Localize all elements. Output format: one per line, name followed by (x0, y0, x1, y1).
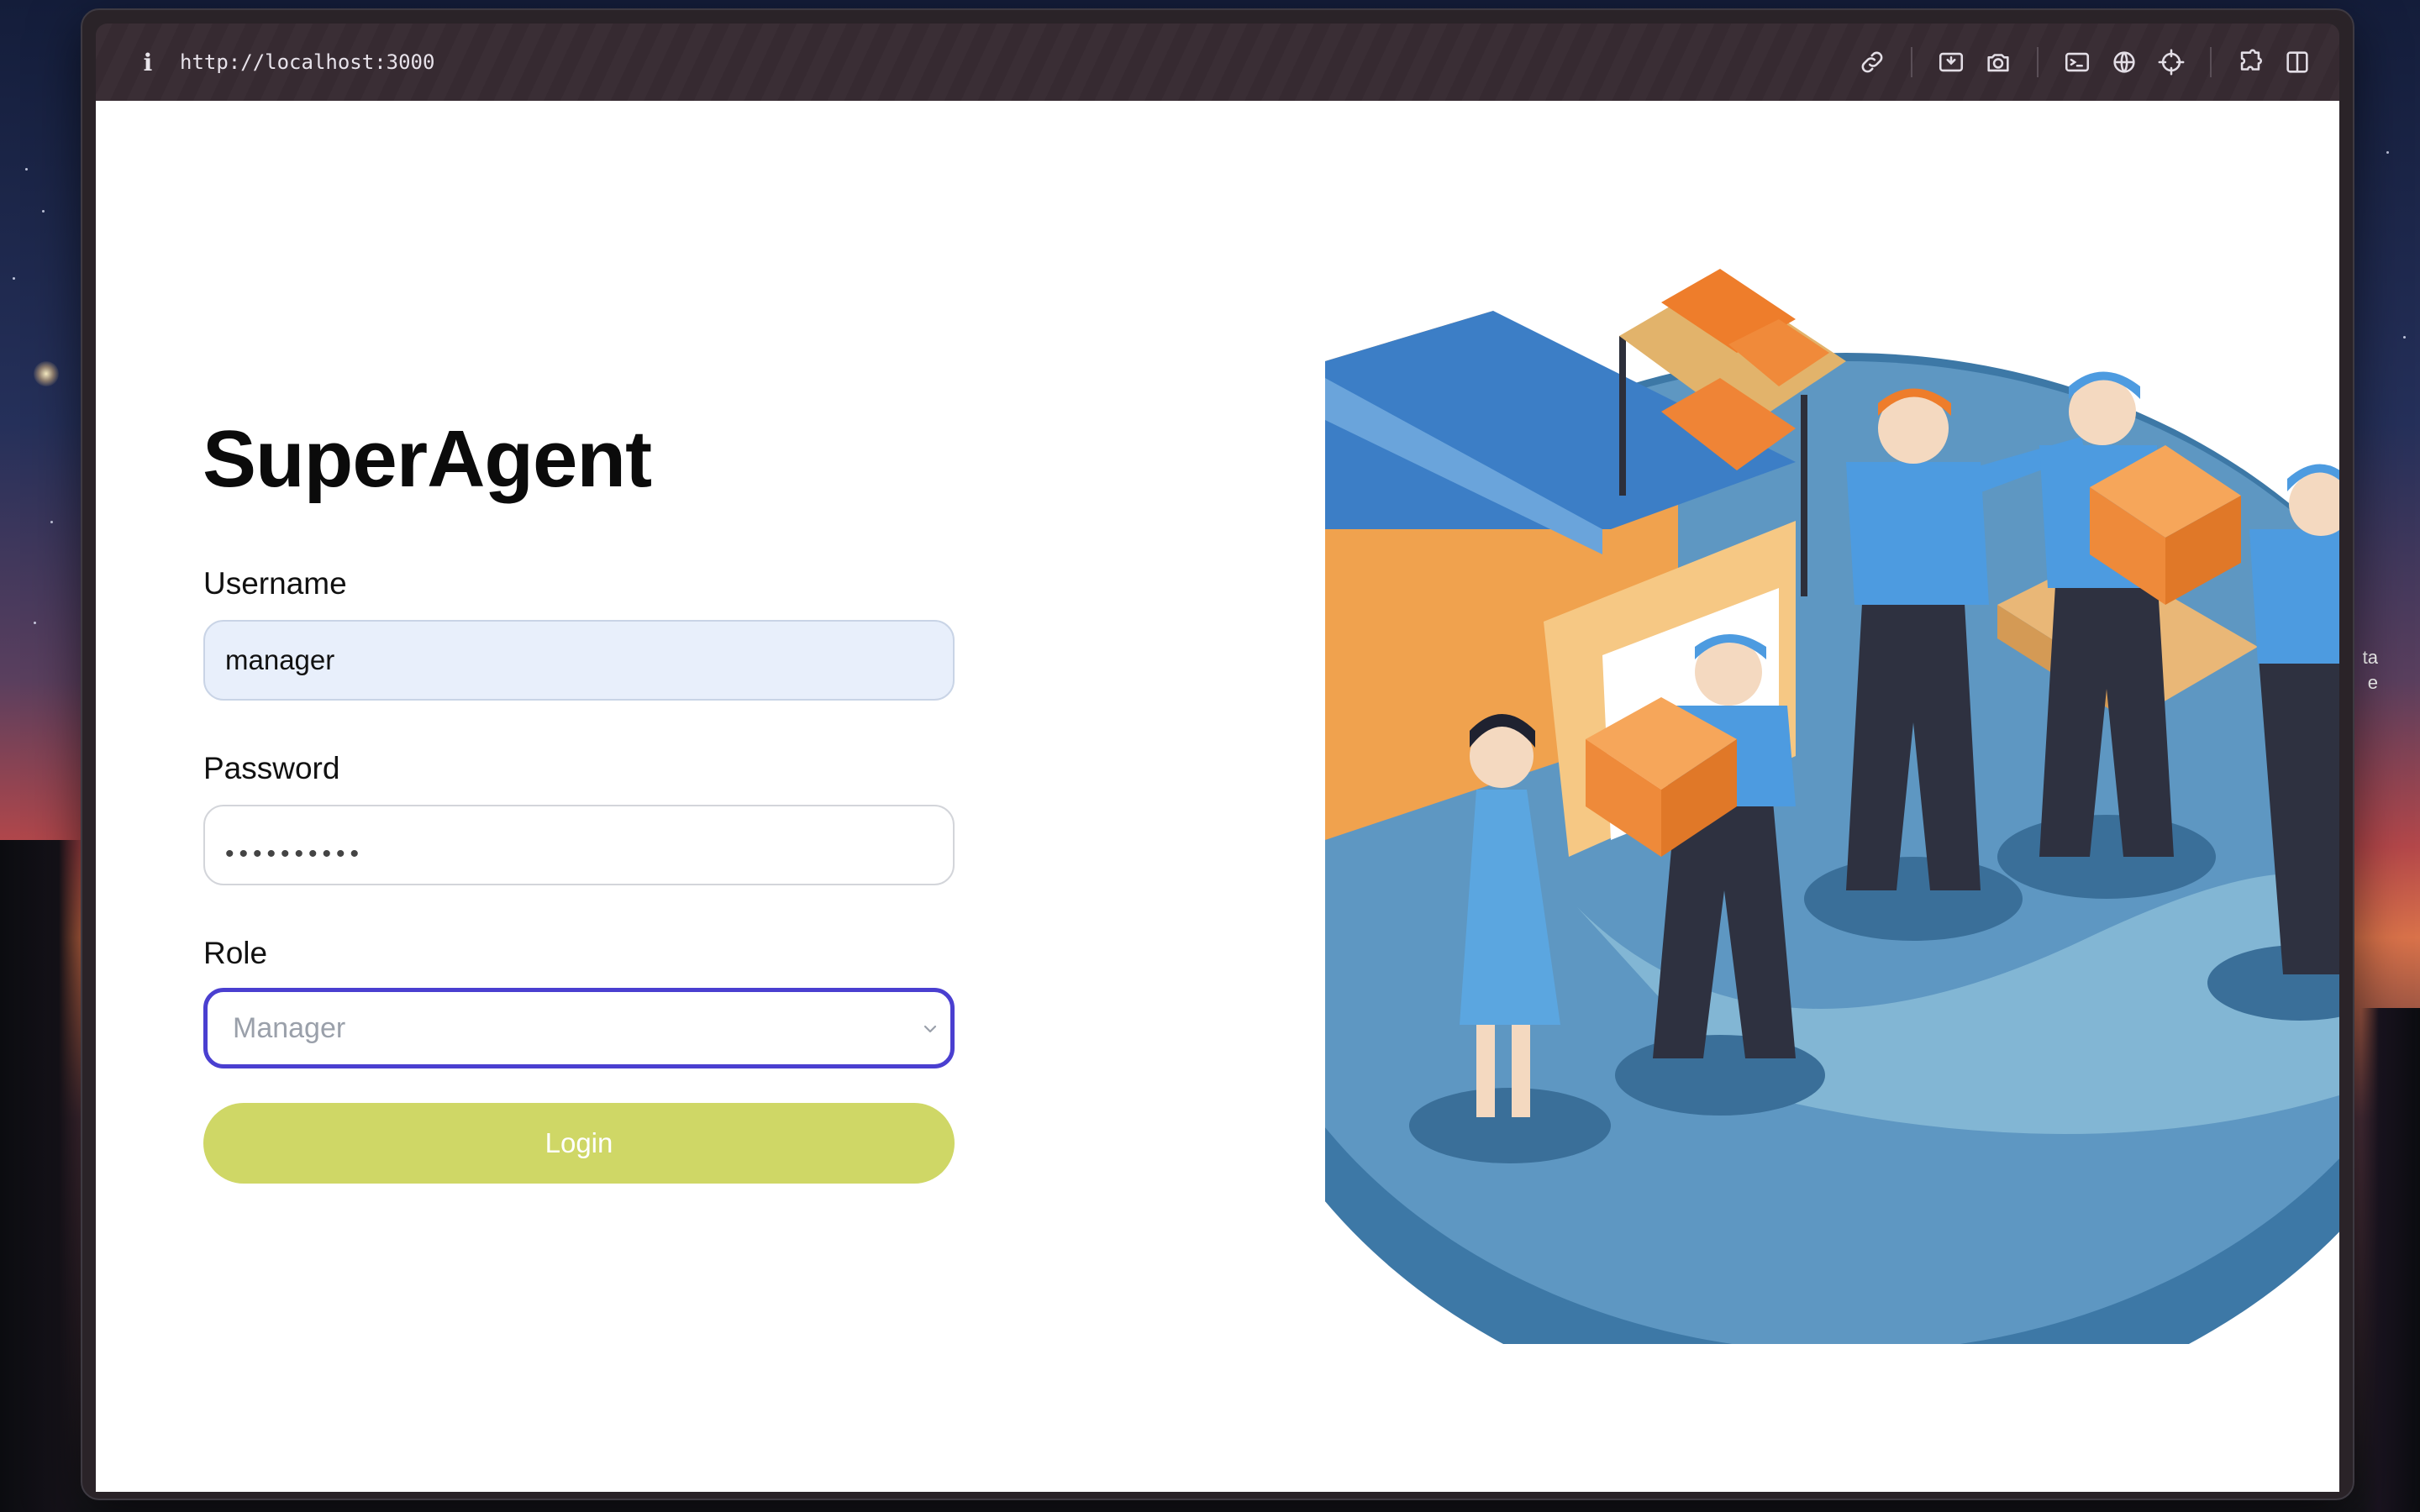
toolbar-actions (1849, 24, 2321, 101)
star (34, 622, 36, 624)
login-button[interactable]: Login (203, 1103, 955, 1184)
star (2403, 336, 2406, 339)
toolbar-separator (2210, 47, 2212, 77)
browser-window: i http://localhost:3000 SuperAgent Usern… (81, 8, 2354, 1500)
warehouse-illustration (1325, 269, 2339, 1344)
desktop-foliage (0, 840, 84, 1512)
role-select[interactable]: Manager (203, 988, 955, 1068)
desktop-foliage (2361, 1008, 2420, 1512)
star (13, 277, 15, 280)
username-input[interactable] (203, 620, 955, 701)
app-title: SuperAgent (203, 414, 652, 504)
page-content: SuperAgent Username Password •••••••••• … (96, 101, 2339, 1492)
star (2386, 151, 2389, 154)
address-bar[interactable]: http://localhost:3000 (180, 50, 434, 74)
desktop-light (34, 361, 59, 386)
star (50, 521, 53, 523)
role-select-value: Manager (233, 1011, 346, 1044)
desktop-side-text: e (2367, 672, 2378, 693)
globe-icon[interactable] (2101, 39, 2148, 86)
screen-capture-icon[interactable] (1928, 39, 1975, 86)
star (42, 210, 45, 213)
split-view-icon[interactable] (2274, 39, 2321, 86)
link-icon[interactable] (1849, 39, 1896, 86)
chevron-down-icon (923, 1025, 937, 1033)
username-label: Username (203, 566, 347, 601)
info-icon[interactable]: i (138, 49, 158, 76)
extensions-icon[interactable] (2227, 39, 2274, 86)
toolbar-separator (1911, 47, 1912, 77)
password-label: Password (203, 751, 340, 785)
role-label: Role (203, 936, 268, 970)
crosshair-icon[interactable] (2148, 39, 2195, 86)
password-mask: •••••••••• (225, 840, 365, 868)
browser-toolbar: i http://localhost:3000 (96, 24, 2339, 101)
star (25, 168, 28, 171)
camera-icon[interactable] (1975, 39, 2022, 86)
toolbar-separator (2037, 47, 2039, 77)
desktop-side-text: ta (2362, 647, 2378, 668)
terminal-icon[interactable] (2054, 39, 2101, 86)
